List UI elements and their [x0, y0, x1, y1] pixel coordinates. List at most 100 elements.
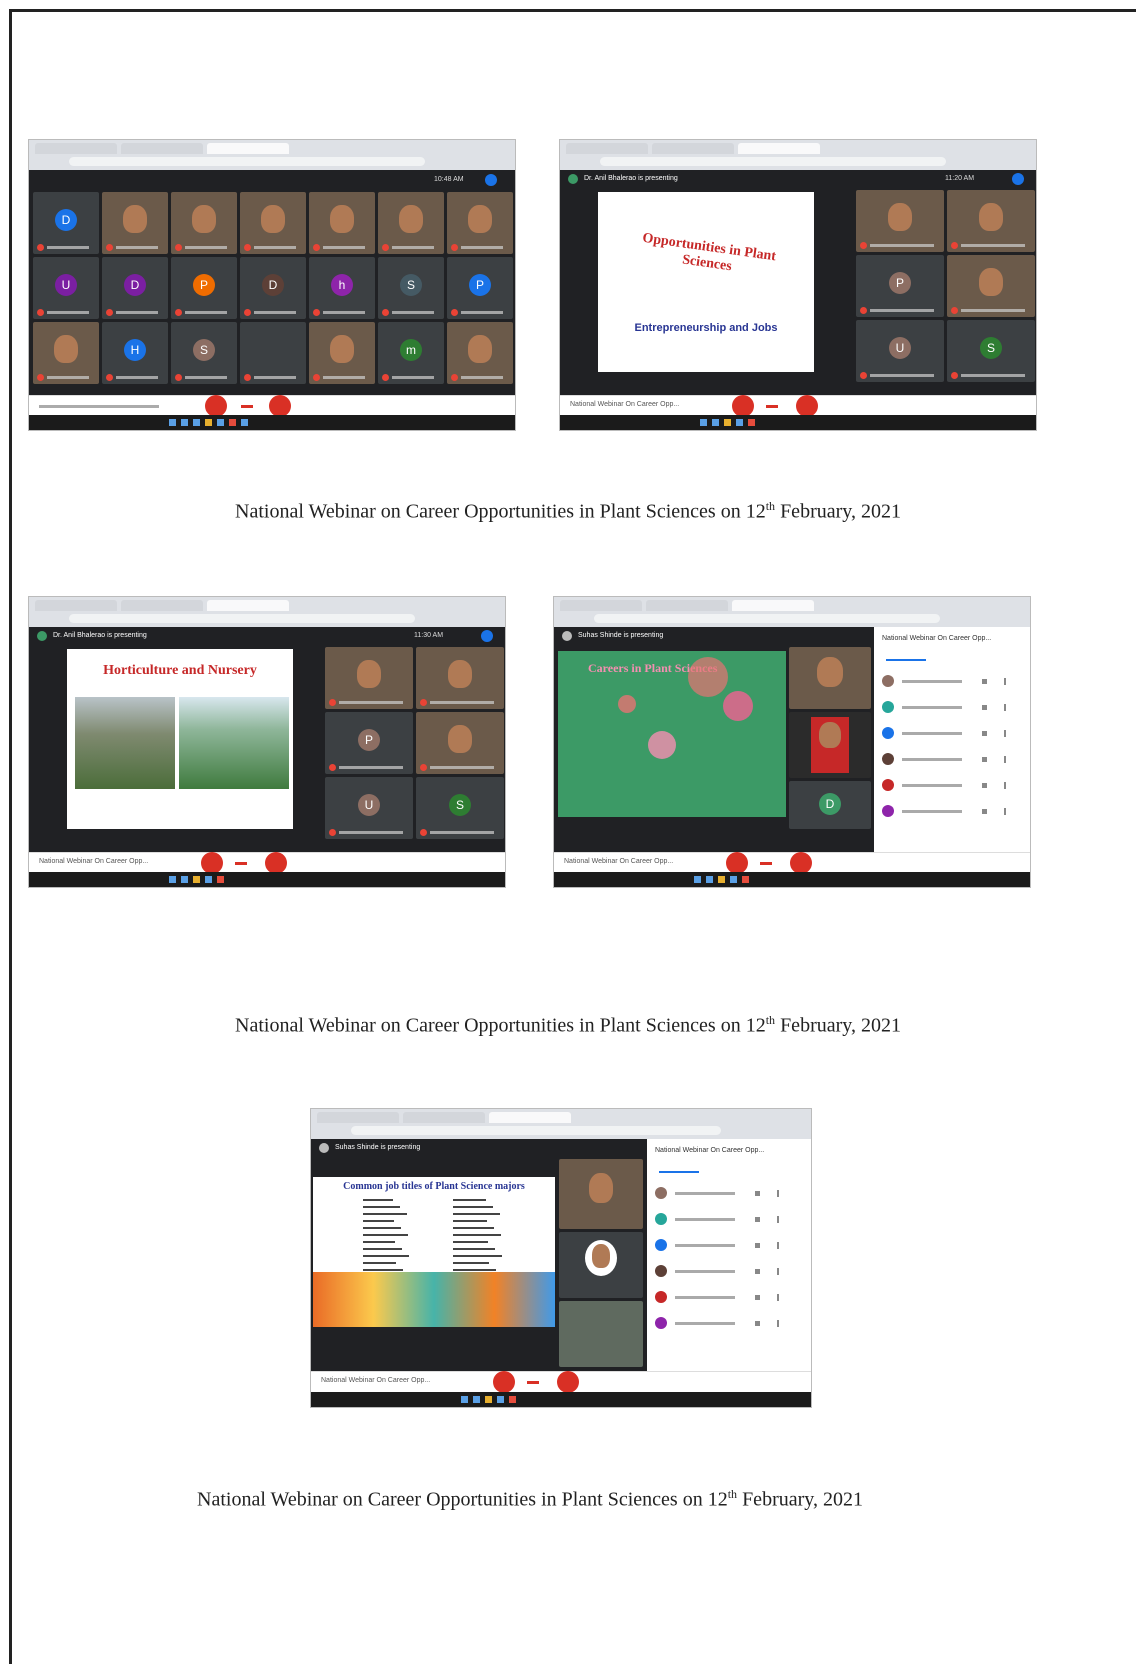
mic-off-icon [175, 374, 182, 381]
participant-tile [309, 192, 375, 254]
participant-tile: U [325, 777, 413, 839]
participant-tile [789, 647, 871, 709]
mic-off-icon [451, 309, 458, 316]
presenter-label: Dr. Anil Bhalerao is presenting [53, 632, 147, 639]
participant-tile [416, 647, 504, 709]
participant-tile: D [240, 257, 306, 319]
mic-off-icon [313, 374, 320, 381]
mic-off-icon [313, 309, 320, 316]
participant-tile [240, 192, 306, 254]
participant-tile: U [33, 257, 99, 319]
webinar-screenshot-careers: Suhas Shinde is presenting Careers in Pl… [553, 596, 1031, 888]
mic-off-icon [37, 309, 44, 316]
webinar-screenshot-gallery: 10:48 AM D U D P Dh S P H Sm [28, 139, 516, 431]
camera-button[interactable] [557, 1371, 579, 1393]
mic-off-icon [106, 309, 113, 316]
mic-button[interactable] [201, 852, 223, 874]
mic-off-icon [382, 244, 389, 251]
mic-off-icon [244, 309, 251, 316]
presenter-label: Suhas Shinde is presenting [578, 632, 664, 639]
participant-tile [102, 192, 168, 254]
participant-row[interactable] [655, 1239, 795, 1251]
camera-button[interactable] [265, 852, 287, 874]
camera-button[interactable] [790, 852, 812, 874]
mic-button[interactable] [732, 395, 754, 417]
participant-tile: P [325, 712, 413, 774]
slide-title: Opportunities in Plant Sciences [641, 230, 777, 275]
people-panel: National Webinar On Career Opp... [874, 627, 1030, 852]
webinar-screenshot-presenting: Dr. Anil Bhalerao is presenting 11:20 AM… [559, 139, 1037, 431]
avatar: S [980, 337, 1002, 359]
participant-tile [447, 192, 513, 254]
paint-splash [313, 1272, 555, 1327]
presentation-slide: Careers in Plant Sciences [558, 651, 786, 817]
mic-button[interactable] [493, 1371, 515, 1393]
mic-button[interactable] [726, 852, 748, 874]
avatar: P [469, 274, 491, 296]
participant-tile [309, 322, 375, 384]
browser-chrome [29, 597, 505, 627]
presentation-slide: Opportunities in Plant Sciences Entrepre… [598, 192, 814, 372]
participant-tile [559, 1301, 643, 1367]
meet-controls: National Webinar On Career Opp... [560, 395, 1036, 417]
participant-row[interactable] [655, 1187, 795, 1199]
participant-tile [33, 322, 99, 384]
participant-row[interactable] [655, 1213, 795, 1225]
mic-off-icon [313, 244, 320, 251]
participant-tile: P [171, 257, 237, 319]
camera-button[interactable] [796, 395, 818, 417]
mic-button[interactable] [205, 395, 227, 417]
participant-tile [416, 712, 504, 774]
panel-title: National Webinar On Career Opp... [655, 1147, 765, 1154]
presenter-label: Suhas Shinde is presenting [335, 1144, 421, 1151]
browser-chrome [554, 597, 1030, 627]
mic-off-icon [106, 374, 113, 381]
participant-row[interactable] [882, 779, 1022, 791]
meeting-name: National Webinar On Career Opp... [570, 401, 680, 408]
mic-off-icon [860, 372, 867, 379]
avatar: D [819, 793, 841, 815]
mic-off-icon [382, 309, 389, 316]
participant-row[interactable] [655, 1265, 795, 1277]
participant-tile [378, 192, 444, 254]
participant-row[interactable] [655, 1291, 795, 1303]
greenhouse-photo-2 [179, 697, 289, 789]
meeting-name: National Webinar On Career Opp... [39, 858, 149, 865]
participant-row[interactable] [882, 675, 1022, 687]
mic-off-icon [329, 764, 336, 771]
meet-gallery: 10:48 AM D U D P Dh S P H Sm [29, 170, 515, 395]
participant-row[interactable] [655, 1317, 795, 1329]
browser-chrome [311, 1109, 811, 1139]
avatar: P [889, 272, 911, 294]
participant-row[interactable] [882, 727, 1022, 739]
mic-off-icon [244, 374, 251, 381]
caption-2: National Webinar on Career Opportunities… [235, 1013, 901, 1037]
mic-off-icon [244, 244, 251, 251]
participant-tile: P [447, 257, 513, 319]
avatar: U [55, 274, 77, 296]
avatar: h [331, 274, 353, 296]
webinar-screenshot-job-titles: Suhas Shinde is presenting Common job ti… [310, 1108, 812, 1408]
browser-chrome [560, 140, 1036, 170]
participant-tile [856, 190, 944, 252]
participant-tile [947, 190, 1035, 252]
mic-off-icon [860, 307, 867, 314]
participant-tile [789, 712, 871, 778]
presentation-slide: Common job titles of Plant Science major… [313, 1177, 555, 1327]
participant-tile: H [102, 322, 168, 384]
camera-button[interactable] [269, 395, 291, 417]
avatar: P [193, 274, 215, 296]
participant-row[interactable] [882, 805, 1022, 817]
participant-row[interactable] [882, 701, 1022, 713]
participant-tile [559, 1159, 643, 1229]
avatar: P [358, 729, 380, 751]
webinar-screenshot-horticulture: Dr. Anil Bhalerao is presenting 11:30 AM… [28, 596, 506, 888]
meeting-time: 10:48 AM [434, 176, 464, 183]
participant-tile [447, 322, 513, 384]
participant-tile: P [856, 255, 944, 317]
panel-title: National Webinar On Career Opp... [882, 635, 992, 642]
avatar: S [449, 794, 471, 816]
mic-off-icon [420, 699, 427, 706]
participant-row[interactable] [882, 753, 1022, 765]
taskbar [311, 1392, 811, 1407]
